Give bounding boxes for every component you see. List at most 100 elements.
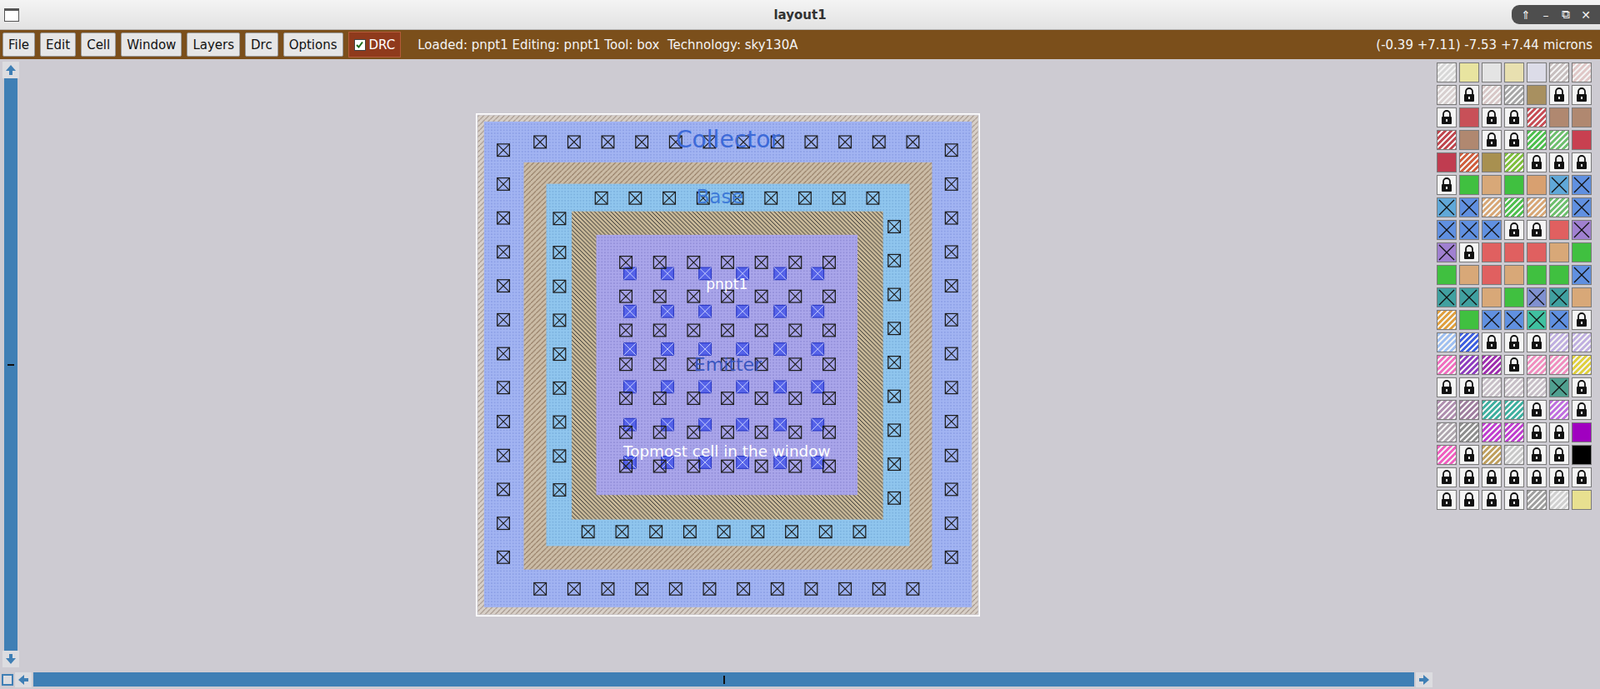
layer-swatch[interactable] (1436, 332, 1457, 353)
layer-swatch[interactable] (1504, 197, 1525, 218)
layer-swatch[interactable] (1436, 197, 1457, 218)
layer-swatch[interactable] (1526, 85, 1547, 105)
scroll-right-button[interactable] (1415, 672, 1433, 688)
layer-swatch[interactable] (1526, 220, 1547, 240)
layer-swatch[interactable] (1549, 265, 1570, 285)
menu-button[interactable]: Drc (245, 32, 279, 57)
layout-canvas[interactable]: CollectorBasepnpt1EmitterTopmost cell in… (20, 59, 1435, 670)
layer-swatch[interactable] (1549, 332, 1570, 353)
drc-checkbox[interactable] (354, 39, 366, 51)
layer-swatch[interactable] (1459, 490, 1480, 510)
layer-swatch[interactable] (1481, 355, 1502, 375)
layer-swatch[interactable] (1526, 310, 1547, 330)
layer-swatch[interactable] (1436, 152, 1457, 173)
layer-swatch[interactable] (1459, 107, 1480, 128)
layer-swatch[interactable] (1436, 242, 1457, 263)
layer-swatch[interactable] (1436, 107, 1457, 128)
layer-swatch[interactable] (1549, 197, 1570, 218)
layer-swatch[interactable] (1571, 62, 1592, 83)
layer-swatch[interactable] (1504, 62, 1525, 83)
menu-button[interactable]: Window (120, 32, 182, 57)
layer-swatch[interactable] (1481, 400, 1502, 420)
layer-swatch[interactable] (1436, 400, 1457, 420)
scroll-track[interactable] (33, 672, 1415, 687)
layer-swatch[interactable] (1571, 197, 1592, 218)
menu-button[interactable]: Options (283, 32, 344, 57)
layer-swatch[interactable] (1481, 467, 1502, 488)
menu-button[interactable]: Cell (80, 32, 116, 57)
layer-swatch[interactable] (1436, 265, 1457, 285)
layer-swatch[interactable] (1459, 332, 1480, 353)
layer-swatch[interactable] (1504, 152, 1525, 173)
layer-swatch[interactable] (1504, 377, 1525, 398)
layer-swatch[interactable] (1481, 310, 1502, 330)
layer-swatch[interactable] (1481, 265, 1502, 285)
scroll-track[interactable] (4, 78, 18, 651)
layer-swatch[interactable] (1526, 422, 1547, 443)
corner-button[interactable] (1, 674, 14, 686)
layer-swatch[interactable] (1459, 242, 1480, 263)
scroll-thumb[interactable] (7, 364, 15, 366)
layer-swatch[interactable] (1481, 490, 1502, 510)
layer-swatch[interactable] (1436, 85, 1457, 105)
layer-swatch[interactable] (1549, 467, 1570, 488)
layer-swatch[interactable] (1481, 377, 1502, 398)
layer-swatch[interactable] (1504, 242, 1525, 263)
layer-swatch[interactable] (1504, 355, 1525, 375)
layer-swatch[interactable] (1571, 422, 1592, 443)
layer-swatch[interactable] (1459, 62, 1480, 83)
layer-swatch[interactable] (1459, 355, 1480, 375)
layer-swatch[interactable] (1526, 467, 1547, 488)
layer-swatch[interactable] (1549, 445, 1570, 465)
layer-swatch[interactable] (1481, 445, 1502, 465)
layer-swatch[interactable] (1436, 175, 1457, 195)
window-control-button[interactable]: ⇑ (1518, 8, 1534, 22)
layer-swatch[interactable] (1549, 377, 1570, 398)
window-control-button[interactable]: – (1538, 8, 1554, 22)
layer-swatch[interactable] (1526, 152, 1547, 173)
layer-swatch[interactable] (1504, 490, 1525, 510)
layer-swatch[interactable] (1549, 85, 1570, 105)
layer-swatch[interactable] (1459, 85, 1480, 105)
layer-swatch[interactable] (1436, 377, 1457, 398)
layer-swatch[interactable] (1481, 152, 1502, 173)
layer-swatch[interactable] (1504, 422, 1525, 443)
layer-swatch[interactable] (1504, 175, 1525, 195)
menu-button[interactable]: File (2, 32, 35, 57)
layer-swatch[interactable] (1571, 175, 1592, 195)
layer-swatch[interactable] (1526, 242, 1547, 263)
layer-swatch[interactable] (1526, 332, 1547, 353)
layer-swatch[interactable] (1526, 287, 1547, 308)
layer-swatch[interactable] (1481, 175, 1502, 195)
layer-swatch[interactable] (1571, 467, 1592, 488)
layer-swatch[interactable] (1436, 422, 1457, 443)
scroll-thumb[interactable] (723, 675, 725, 685)
layer-swatch[interactable] (1571, 400, 1592, 420)
layer-swatch[interactable] (1481, 422, 1502, 443)
layer-swatch[interactable] (1526, 377, 1547, 398)
layer-swatch[interactable] (1459, 130, 1480, 150)
layer-swatch[interactable] (1549, 287, 1570, 308)
layer-swatch[interactable] (1481, 220, 1502, 240)
layer-swatch[interactable] (1526, 175, 1547, 195)
layer-swatch[interactable] (1571, 265, 1592, 285)
layer-swatch[interactable] (1459, 422, 1480, 443)
layer-swatch[interactable] (1459, 220, 1480, 240)
layer-swatch[interactable] (1504, 265, 1525, 285)
layer-swatch[interactable] (1549, 62, 1570, 83)
layer-swatch[interactable] (1504, 287, 1525, 308)
layer-swatch[interactable] (1549, 107, 1570, 128)
drc-toggle[interactable]: DRC (348, 31, 402, 58)
layer-swatch[interactable] (1459, 310, 1480, 330)
layer-swatch[interactable] (1549, 175, 1570, 195)
vertical-scrollbar[interactable] (0, 59, 21, 670)
layer-swatch[interactable] (1571, 490, 1592, 510)
layer-swatch[interactable] (1571, 310, 1592, 330)
layer-swatch[interactable] (1504, 130, 1525, 150)
layer-swatch[interactable] (1481, 197, 1502, 218)
layer-swatch[interactable] (1571, 152, 1592, 173)
layer-swatch[interactable] (1571, 355, 1592, 375)
layer-swatch[interactable] (1526, 197, 1547, 218)
layer-swatch[interactable] (1549, 400, 1570, 420)
layer-swatch[interactable] (1459, 377, 1480, 398)
